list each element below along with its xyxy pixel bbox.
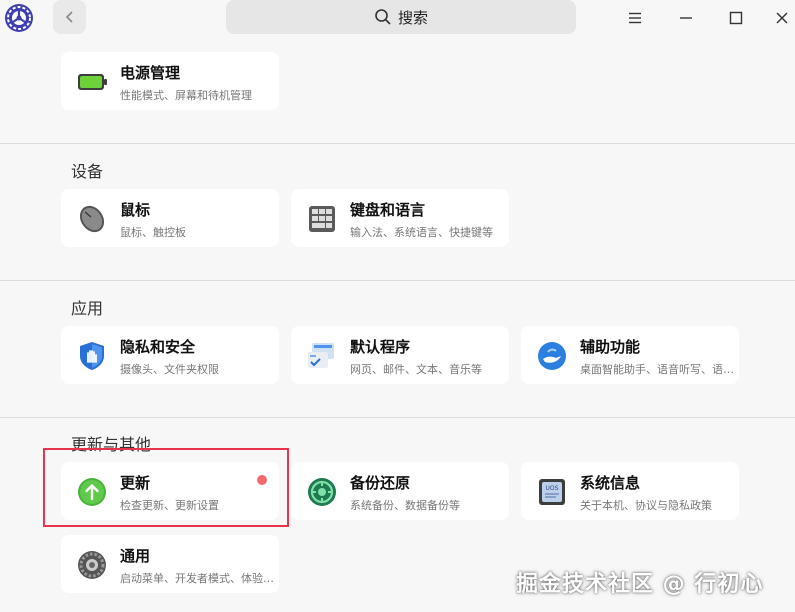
title-bar: 搜索 <box>0 0 795 40</box>
mouse-card[interactable]: 鼠标 鼠标、触控板 <box>61 189 279 247</box>
card-title: 键盘和语言 <box>350 201 426 219</box>
card-subtitle: 桌面智能助手、语音听写、语… <box>580 363 734 376</box>
card-title: 隐私和安全 <box>120 338 196 356</box>
chevron-left-icon <box>65 11 73 23</box>
search-placeholder: 搜索 <box>397 8 428 27</box>
section-divider <box>0 280 795 281</box>
watermark: 掘金技术社区 @ 行初心 <box>516 572 764 597</box>
keyboard-language-card[interactable]: 键盘和语言 输入法、系统语言、快捷键等 <box>291 189 509 247</box>
system-info-icon: UOS <box>539 479 565 505</box>
card-title: 辅助功能 <box>580 338 641 356</box>
maximize-icon <box>729 11 743 25</box>
minimize-icon <box>680 17 692 19</box>
card-subtitle: 网页、邮件、文本、音乐等 <box>350 363 482 376</box>
accessibility-card[interactable]: 辅助功能 桌面智能助手、语音听写、语… <box>521 326 739 384</box>
minimize-button[interactable] <box>675 8 697 28</box>
power-management-card[interactable]: 电源管理 性能模式、屏幕和待机管理 <box>61 52 279 110</box>
card-subtitle: 系统备份、数据备份等 <box>350 499 460 512</box>
card-subtitle: 摄像头、文件夹权限 <box>120 363 219 376</box>
section-divider <box>0 417 795 418</box>
card-subtitle: 性能模式、屏幕和待机管理 <box>120 89 252 102</box>
menu-icon <box>629 12 641 24</box>
backup-icon <box>308 478 336 506</box>
mouse-icon <box>79 205 105 233</box>
close-button[interactable] <box>771 8 793 28</box>
default-apps-card[interactable]: 默认程序 网页、邮件、文本、音乐等 <box>291 326 509 384</box>
highlight-box <box>43 448 289 527</box>
card-title: 备份还原 <box>350 474 411 492</box>
card-title: 系统信息 <box>580 474 641 492</box>
accessibility-icon <box>538 342 566 370</box>
card-title: 通用 <box>120 547 151 565</box>
card-subtitle: 启动菜单、开发者模式、体验… <box>120 572 274 585</box>
general-card[interactable]: 通用 启动菜单、开发者模式、体验… <box>61 535 279 593</box>
svg-text:UOS: UOS <box>546 485 559 492</box>
card-subtitle: 输入法、系统语言、快捷键等 <box>350 226 493 239</box>
card-subtitle: 鼠标、触控板 <box>120 226 186 239</box>
card-title: 鼠标 <box>120 201 151 219</box>
card-title: 电源管理 <box>120 64 181 82</box>
card-subtitle: 关于本机、协议与隐私政策 <box>580 499 712 512</box>
battery-icon <box>78 74 107 90</box>
system-info-card[interactable]: UOS 系统信息 关于本机、协议与隐私政策 <box>521 462 739 520</box>
backup-restore-card[interactable]: 备份还原 系统备份、数据备份等 <box>291 462 509 520</box>
privacy-security-card[interactable]: 隐私和安全 摄像头、文件夹权限 <box>61 326 279 384</box>
maximize-button[interactable] <box>725 8 747 28</box>
app-logo-icon <box>5 4 33 32</box>
back-button[interactable] <box>53 0 86 34</box>
menu-button[interactable] <box>624 8 646 28</box>
card-title: 默认程序 <box>350 338 411 356</box>
gear-icon <box>78 551 106 579</box>
search-box[interactable]: 搜索 <box>226 0 576 34</box>
default-apps-icon <box>308 343 334 368</box>
search-icon <box>375 9 391 25</box>
section-divider <box>0 143 795 144</box>
shield-icon <box>80 342 104 370</box>
close-icon <box>776 12 788 24</box>
section-title-apps: 应用 <box>71 299 104 318</box>
keyboard-icon <box>309 206 335 232</box>
section-title-devices: 设备 <box>71 162 104 181</box>
